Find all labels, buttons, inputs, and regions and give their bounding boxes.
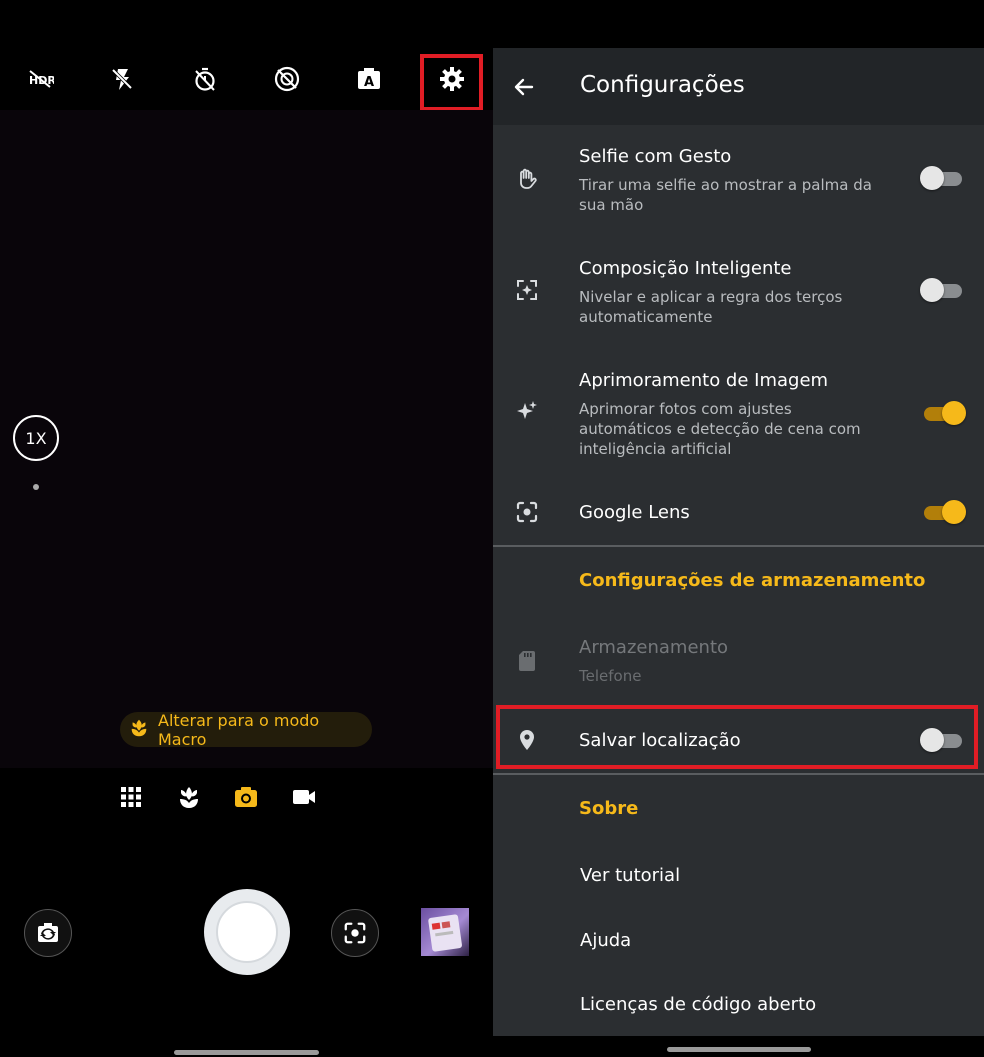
photo-mode-icon[interactable] — [229, 780, 263, 814]
setting-title: Armazenamento — [579, 637, 729, 658]
hand-icon — [513, 165, 541, 193]
macro-icon — [128, 717, 150, 743]
nav-gesture-bar[interactable] — [667, 1047, 811, 1052]
gesture-selfie-toggle[interactable] — [920, 165, 964, 191]
setting-gesture-selfie[interactable]: Selfie com Gesto Tirar uma selfie ao mos… — [493, 125, 984, 237]
svg-text:A: A — [364, 75, 374, 90]
setting-smart-composition[interactable]: Composição Inteligente Nivelar e aplicar… — [493, 237, 984, 349]
setting-title: Composição Inteligente — [579, 258, 792, 279]
google-lens-button[interactable] — [331, 909, 379, 957]
gallery-thumbnail[interactable] — [421, 908, 469, 956]
setting-subtitle: Tirar uma selfie ao mostrar a palma da s… — [579, 176, 872, 214]
sd-card-icon — [513, 647, 541, 675]
settings-header: Configurações — [493, 48, 984, 125]
setting-storage: Armazenamento Telefone — [493, 623, 984, 701]
flash-off-icon[interactable] — [91, 48, 153, 110]
storage-section-title: Configurações de armazenamento — [579, 570, 926, 591]
switch-camera-button[interactable] — [24, 909, 72, 957]
section-divider — [493, 773, 984, 775]
page-title: Configurações — [580, 72, 745, 98]
shutter-button[interactable] — [204, 889, 290, 975]
shutter-inner — [216, 901, 278, 963]
lens-icon — [344, 922, 366, 944]
setting-title: Selfie com Gesto — [579, 146, 732, 167]
setting-title: Aprimoramento de Imagem — [579, 370, 829, 391]
hdr-off-icon[interactable]: HDR — [9, 48, 71, 110]
setting-value: Telefone — [579, 667, 642, 685]
image-enhancement-toggle[interactable] — [920, 400, 966, 426]
open-source-licenses-link[interactable]: Licenças de código aberto — [580, 994, 816, 1015]
zoom-label: 1X — [25, 428, 47, 448]
location-highlight-box — [496, 705, 978, 769]
zoom-indicator-dot — [33, 484, 39, 490]
macro-mode-icon[interactable] — [172, 780, 206, 814]
settings-panel: Configurações Selfie com Gesto Tirar uma… — [493, 48, 984, 1036]
setting-subtitle: Aprimorar fotos com ajustes automáticos … — [579, 400, 861, 458]
section-divider — [493, 545, 984, 547]
nav-gesture-bar[interactable] — [174, 1050, 319, 1055]
camera-screen: HDR A 1X Alterar para o modo Macro — [0, 0, 493, 1057]
timer-off-icon[interactable] — [174, 48, 236, 110]
viewfinder[interactable] — [0, 110, 493, 768]
about-section-title: Sobre — [579, 798, 639, 819]
macro-mode-chip[interactable]: Alterar para o modo Macro — [120, 710, 372, 749]
macro-chip-label: Alterar para o modo Macro — [158, 710, 320, 749]
tutorial-link[interactable]: Ver tutorial — [580, 865, 680, 886]
setting-title: Google Lens — [579, 502, 690, 523]
setting-google-lens[interactable]: Google Lens — [493, 481, 984, 545]
help-link[interactable]: Ajuda — [580, 930, 631, 951]
settings-highlight-box — [420, 54, 483, 111]
video-mode-icon[interactable] — [287, 780, 321, 814]
grid-icon[interactable] — [114, 780, 148, 814]
back-arrow-icon[interactable] — [509, 72, 539, 102]
setting-image-enhancement[interactable]: Aprimoramento de Imagem Aprimorar fotos … — [493, 349, 984, 481]
sparkle-icon — [513, 397, 541, 425]
google-lens-toggle[interactable] — [920, 499, 966, 525]
motion-off-icon[interactable] — [256, 48, 318, 110]
switch-camera-icon — [38, 923, 58, 942]
smart-composition-toggle[interactable] — [920, 277, 964, 303]
setting-subtitle: Nivelar e aplicar a regra dos terços aut… — [579, 288, 843, 326]
composition-icon — [513, 276, 541, 304]
auto-mode-icon[interactable]: A — [338, 48, 400, 110]
lens-icon — [513, 498, 541, 526]
zoom-button[interactable]: 1X — [13, 415, 59, 461]
